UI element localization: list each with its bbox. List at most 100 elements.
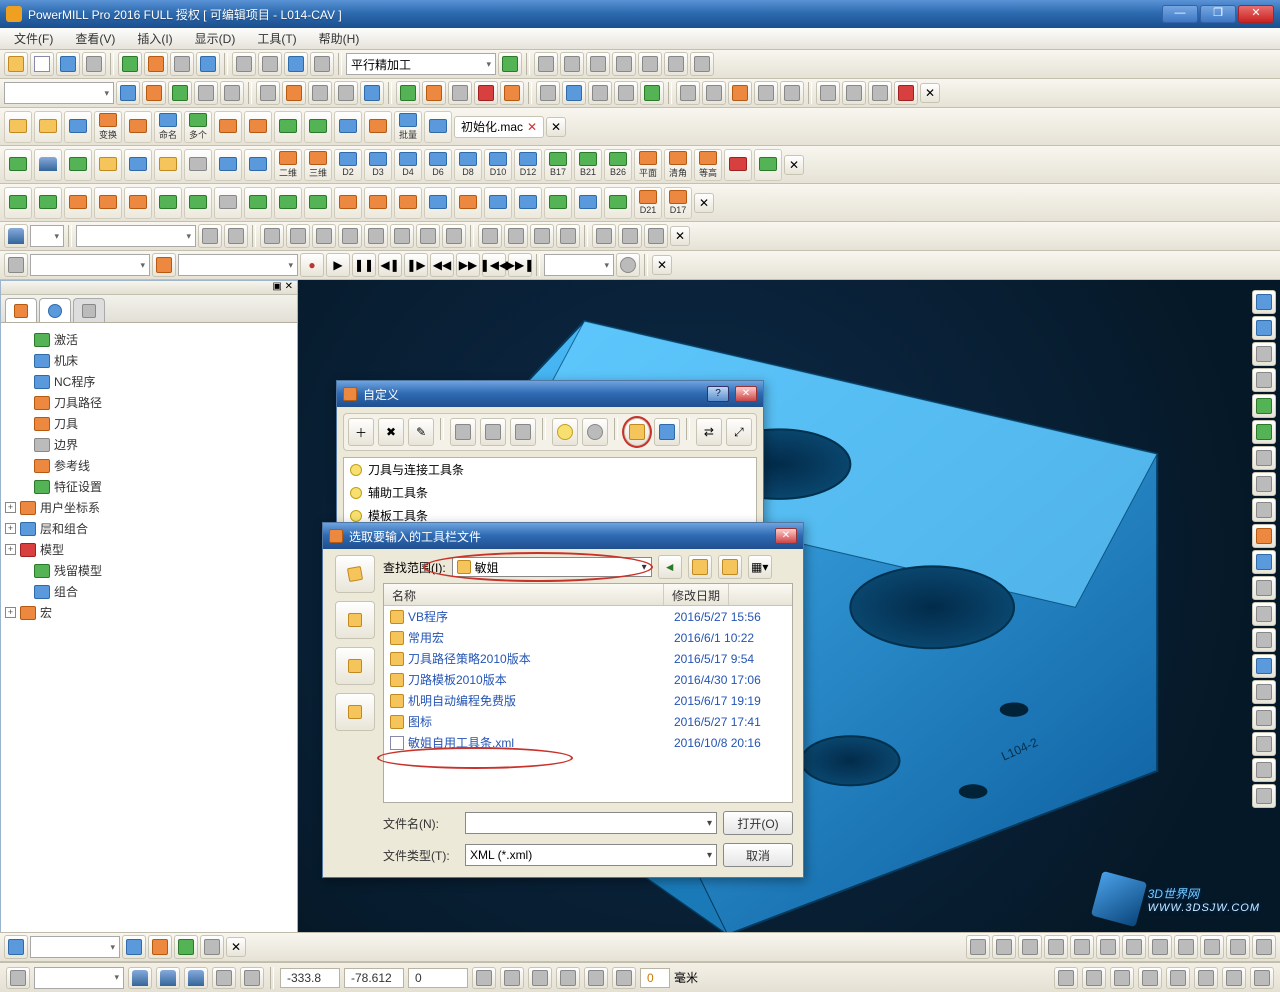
tb1-btn[interactable] bbox=[56, 52, 80, 76]
btm-btn[interactable] bbox=[148, 935, 172, 959]
btm-btn[interactable] bbox=[174, 935, 198, 959]
tb1-btn[interactable] bbox=[4, 52, 28, 76]
status-btn[interactable] bbox=[184, 967, 208, 989]
btm-btn[interactable] bbox=[1226, 935, 1250, 959]
strategy-combo[interactable]: 平行精加工 bbox=[346, 53, 496, 75]
tb1-btn[interactable] bbox=[638, 52, 662, 76]
tb4-btn[interactable] bbox=[244, 149, 272, 181]
strategy-go-button[interactable] bbox=[498, 52, 522, 76]
tb7-close-icon[interactable]: ✕ bbox=[652, 255, 672, 275]
tb6-btn[interactable] bbox=[286, 224, 310, 248]
tb7-combo[interactable] bbox=[30, 254, 150, 276]
tb2-btn[interactable] bbox=[500, 81, 524, 105]
status-btn[interactable] bbox=[1250, 967, 1274, 989]
tb2-btn[interactable] bbox=[474, 81, 498, 105]
tb2-btn[interactable] bbox=[588, 81, 612, 105]
tb2-btn[interactable] bbox=[842, 81, 866, 105]
bulb-button[interactable] bbox=[552, 418, 578, 446]
skip-back-button[interactable]: ❚◀◀ bbox=[482, 253, 506, 277]
tb4-btn[interactable]: D2 bbox=[334, 149, 362, 181]
rtool-btn[interactable] bbox=[1252, 732, 1276, 756]
tb4-btn[interactable]: B21 bbox=[574, 149, 602, 181]
tb2-btn[interactable] bbox=[142, 81, 166, 105]
tb5-btn[interactable] bbox=[94, 187, 122, 219]
tb5-btn[interactable]: D21 bbox=[634, 187, 662, 219]
tree-node[interactable]: 机床 bbox=[5, 350, 293, 371]
status-btn[interactable] bbox=[240, 967, 264, 989]
tb1-btn[interactable] bbox=[690, 52, 714, 76]
tb2-btn[interactable] bbox=[614, 81, 638, 105]
tree-node[interactable]: 特征设置 bbox=[5, 476, 293, 497]
customize-dialog-title[interactable]: 自定义 ? ✕ bbox=[337, 381, 763, 407]
tb1-btn[interactable] bbox=[118, 52, 142, 76]
menu-file[interactable]: 文件(F) bbox=[4, 28, 63, 49]
tb2-btn[interactable] bbox=[194, 81, 218, 105]
back-button[interactable]: ◄ bbox=[658, 555, 682, 579]
rewind-button[interactable]: ◀◀ bbox=[430, 253, 454, 277]
tb3-btn[interactable]: 变换 bbox=[94, 111, 122, 143]
status-btn[interactable] bbox=[1166, 967, 1190, 989]
rtool-btn[interactable] bbox=[1252, 784, 1276, 808]
tb1-btn[interactable] bbox=[196, 52, 220, 76]
status-btn[interactable] bbox=[212, 967, 236, 989]
cust-btn[interactable] bbox=[480, 418, 506, 446]
rtool-btn[interactable] bbox=[1252, 342, 1276, 366]
tb5-btn[interactable] bbox=[64, 187, 92, 219]
expand-icon[interactable]: + bbox=[5, 544, 16, 555]
rtool-btn[interactable] bbox=[1252, 550, 1276, 574]
rtool-btn[interactable] bbox=[1252, 394, 1276, 418]
new-folder-button[interactable] bbox=[718, 555, 742, 579]
btm-btn[interactable] bbox=[992, 935, 1016, 959]
menu-view[interactable]: 查看(V) bbox=[65, 28, 125, 49]
rtool-btn[interactable] bbox=[1252, 290, 1276, 314]
tb5-btn[interactable] bbox=[4, 187, 32, 219]
btm-btn[interactable] bbox=[1122, 935, 1146, 959]
tb6-btn[interactable] bbox=[4, 224, 28, 248]
tb3-close-icon[interactable]: ✕ bbox=[546, 117, 566, 137]
tb5-btn[interactable] bbox=[484, 187, 512, 219]
open-button[interactable]: 打开(O) bbox=[723, 811, 793, 835]
tab-trash[interactable] bbox=[73, 298, 105, 322]
cust-btn[interactable]: ⇄ bbox=[696, 418, 722, 446]
tb5-btn[interactable] bbox=[454, 187, 482, 219]
tb6-btn[interactable] bbox=[592, 224, 616, 248]
minimize-button[interactable]: — bbox=[1162, 5, 1198, 23]
place-docs[interactable] bbox=[335, 647, 375, 685]
record-button[interactable]: ● bbox=[300, 253, 324, 277]
tb4-btn[interactable]: 三维 bbox=[304, 149, 332, 181]
tb1-btn[interactable] bbox=[664, 52, 688, 76]
tb2-btn[interactable] bbox=[780, 81, 804, 105]
views-button[interactable]: ▦▾ bbox=[748, 555, 772, 579]
tree-node[interactable]: 刀具路径 bbox=[5, 392, 293, 413]
btm-btn[interactable] bbox=[200, 935, 224, 959]
tb3-btn[interactable] bbox=[274, 111, 302, 143]
tb4-btn[interactable] bbox=[184, 149, 212, 181]
tb4-btn[interactable] bbox=[724, 149, 752, 181]
place-desktop[interactable] bbox=[335, 601, 375, 639]
status-btn[interactable] bbox=[1082, 967, 1106, 989]
tb6-btn[interactable] bbox=[224, 224, 248, 248]
btm-btn[interactable] bbox=[1148, 935, 1172, 959]
status-btn[interactable] bbox=[1054, 967, 1078, 989]
list-item[interactable]: 辅助工具条 bbox=[344, 481, 756, 504]
tree-node[interactable]: 参考线 bbox=[5, 455, 293, 476]
tb2-btn[interactable] bbox=[282, 81, 306, 105]
save-button[interactable] bbox=[654, 418, 680, 446]
list-item[interactable]: 刀具与连接工具条 bbox=[344, 458, 756, 481]
status-btn[interactable] bbox=[556, 967, 580, 989]
menu-insert[interactable]: 插入(I) bbox=[127, 28, 182, 49]
tb2-btn[interactable] bbox=[640, 81, 664, 105]
tb5-btn[interactable] bbox=[334, 187, 362, 219]
cust-btn[interactable] bbox=[510, 418, 536, 446]
tb3-btn[interactable] bbox=[424, 111, 452, 143]
btm-btn[interactable] bbox=[1070, 935, 1094, 959]
tb7-btn[interactable] bbox=[152, 253, 176, 277]
maximize-button[interactable]: ❐ bbox=[1200, 5, 1236, 23]
file-row[interactable]: 机明自动编程免费版2015/6/17 19:19 bbox=[384, 690, 792, 711]
tb5-btn[interactable] bbox=[544, 187, 572, 219]
status-btn[interactable] bbox=[528, 967, 552, 989]
tb7-btn[interactable] bbox=[4, 253, 28, 277]
tb5-btn[interactable] bbox=[394, 187, 422, 219]
tb4-btn[interactable]: B26 bbox=[604, 149, 632, 181]
rtool-btn[interactable] bbox=[1252, 472, 1276, 496]
